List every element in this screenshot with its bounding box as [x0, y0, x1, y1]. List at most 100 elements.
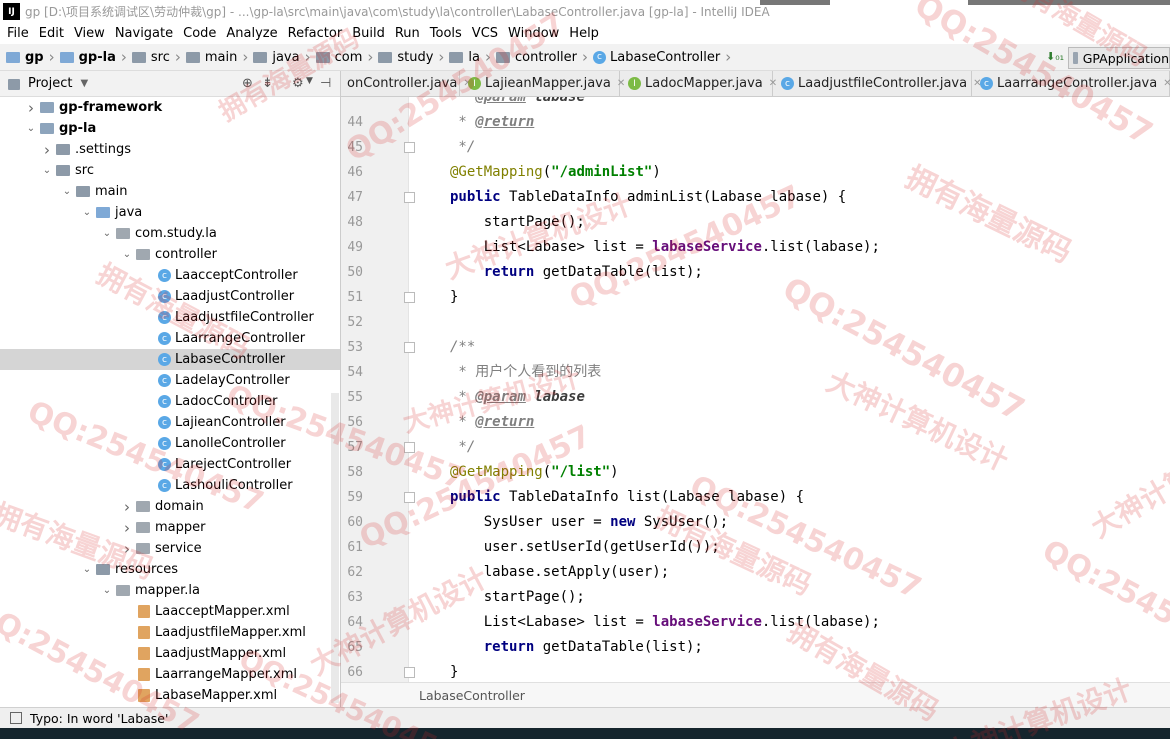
menu-run[interactable]: Run	[390, 26, 425, 41]
tree-item[interactable]: c LarejectController	[0, 454, 341, 475]
project-panel-title[interactable]: Project	[28, 76, 72, 91]
breadcrumb-study[interactable]: study ›	[378, 48, 444, 66]
tree-item[interactable]: c LaarrangeController	[0, 328, 341, 349]
chevron-down-icon[interactable]: ⌄	[100, 228, 114, 239]
tree-item[interactable]: › .settings	[0, 139, 341, 160]
tree-item[interactable]: LabaseMapper.xml	[0, 685, 341, 706]
editor-tab[interactable]: c LaarrangeController.java ✕	[972, 71, 1170, 96]
breadcrumb-controller[interactable]: controller ›	[496, 48, 588, 66]
chevron-right-icon[interactable]: ›	[24, 99, 38, 117]
toggle-tool-windows-icon[interactable]	[10, 712, 22, 724]
menu-build[interactable]: Build	[347, 26, 390, 41]
tree-item[interactable]: ⌄ gp-la	[0, 118, 341, 139]
breadcrumb-labasecontroller[interactable]: c LabaseController ›	[593, 48, 731, 66]
breadcrumb-java[interactable]: java ›	[253, 48, 311, 66]
locate-icon[interactable]: ⊕	[242, 76, 253, 91]
editor-tab[interactable]: onController.java✕	[341, 71, 472, 96]
tree-item[interactable]: c LaacceptController	[0, 265, 341, 286]
editor-tab[interactable]: I LajieanMapper.java ✕	[460, 71, 625, 96]
close-icon[interactable]: ✕	[1163, 78, 1170, 89]
tree-item[interactable]: c LajieanController	[0, 412, 341, 433]
chevron-down-icon[interactable]: ⌄	[80, 207, 94, 218]
settings-chevron-icon[interactable]: ▼	[306, 76, 313, 86]
tree-item-label: controller	[155, 247, 218, 262]
breadcrumb-com[interactable]: com ›	[315, 48, 373, 66]
folder-icon	[131, 51, 146, 63]
fold-marker-icon[interactable]	[404, 442, 415, 453]
tree-item[interactable]: LaadjustMapper.xml	[0, 643, 341, 664]
tree-item[interactable]: ⌄ src	[0, 160, 341, 181]
breadcrumb-label: src	[150, 49, 170, 65]
tree-item[interactable]: c LaadjustController	[0, 286, 341, 307]
tree-item[interactable]: ⌄ controller	[0, 244, 341, 265]
fold-marker-icon[interactable]	[404, 142, 415, 153]
tree-item[interactable]: ⌄ resources	[0, 559, 341, 580]
menu-navigate[interactable]: Navigate	[110, 26, 178, 41]
editor-tab[interactable]: I LadocMapper.java ✕	[620, 71, 777, 96]
menu-file[interactable]: File	[2, 26, 34, 41]
breadcrumb-gp-la[interactable]: gp-la ›	[59, 48, 127, 66]
project-tree-scrollbar[interactable]	[331, 393, 339, 703]
tree-item[interactable]: LaadjustfileMapper.xml	[0, 622, 341, 643]
menu-help[interactable]: Help	[564, 26, 604, 41]
breadcrumb-la[interactable]: la ›	[449, 48, 491, 66]
chevron-right-icon[interactable]: ›	[120, 540, 134, 558]
menu-code[interactable]: Code	[178, 26, 221, 41]
menu-refactor[interactable]: Refactor	[283, 26, 348, 41]
tree-item-label: LashouliController	[175, 478, 293, 493]
build-icon[interactable]: ⬇₀₁	[1046, 50, 1064, 63]
tree-item[interactable]: › gp-framework	[0, 97, 341, 118]
editor-breadcrumb[interactable]: LabaseController	[419, 688, 525, 703]
chevron-right-icon[interactable]: ›	[40, 141, 54, 159]
tree-item[interactable]: LaacceptMapper.xml	[0, 601, 341, 622]
tree-item[interactable]: › domain	[0, 496, 341, 517]
tree-item[interactable]: c LanolleController	[0, 433, 341, 454]
menu-tools[interactable]: Tools	[425, 26, 467, 41]
tree-item[interactable]: ⌄ java	[0, 202, 341, 223]
chevron-down-icon[interactable]: ⌄	[120, 249, 134, 260]
tree-item[interactable]: c LashouliController	[0, 475, 341, 496]
menu-window[interactable]: Window	[503, 26, 564, 41]
window-controls[interactable]	[968, 0, 1170, 5]
tree-item[interactable]: ⌄ mapper.la	[0, 580, 341, 601]
fold-marker-icon[interactable]	[404, 342, 415, 353]
hide-panel-icon[interactable]: ⊣	[320, 76, 331, 91]
chevron-down-icon[interactable]: ⌄	[24, 123, 38, 134]
menu-analyze[interactable]: Analyze	[221, 26, 282, 41]
tree-item[interactable]: ⌄ main	[0, 181, 341, 202]
collapse-all-icon[interactable]: ⇟	[262, 76, 273, 91]
editor-tab[interactable]: c LaadjustfileController.java ✕	[773, 71, 981, 96]
tree-item[interactable]: c LaadjustfileController	[0, 307, 341, 328]
menu-edit[interactable]: Edit	[34, 26, 69, 41]
fold-marker-icon[interactable]	[404, 667, 415, 678]
menu-vcs[interactable]: VCS	[467, 26, 503, 41]
window-title: gp [D:\项目系统调试区\劳动仲裁\gp] - ...\gp-la\src\…	[25, 5, 770, 19]
chevron-right-icon[interactable]: ›	[120, 498, 134, 516]
navigation-breadcrumb: gp › gp-la › src › main › java › com › study › la › cont…	[0, 44, 1170, 71]
breadcrumb-main[interactable]: main ›	[185, 48, 248, 66]
breadcrumb-src[interactable]: src ›	[131, 48, 181, 66]
fold-marker-icon[interactable]	[404, 292, 415, 303]
chevron-down-icon[interactable]: ⌄	[60, 186, 74, 197]
tree-item[interactable]: › service	[0, 538, 341, 559]
breadcrumb-gp[interactable]: gp ›	[6, 48, 55, 66]
run-configuration-selector[interactable]: GPApplication	[1068, 47, 1170, 69]
code-token: user.setUserId(getUserId());	[450, 539, 720, 555]
fold-marker-icon[interactable]	[404, 192, 415, 203]
tree-item[interactable]: ⌄ com.study.la	[0, 223, 341, 244]
chevron-right-icon[interactable]: ›	[120, 519, 134, 537]
menu-view[interactable]: View	[69, 26, 110, 41]
chevron-down-icon[interactable]: ⌄	[100, 585, 114, 596]
tree-item[interactable]: c LadelayController	[0, 370, 341, 391]
chevron-down-icon[interactable]: ⌄	[80, 564, 94, 575]
gear-icon[interactable]: ⚙	[292, 76, 304, 91]
tree-item[interactable]: c LadocController	[0, 391, 341, 412]
tree-item[interactable]: LaarrangeMapper.xml	[0, 664, 341, 685]
chevron-down-icon[interactable]: ▼	[80, 78, 88, 89]
code-editor[interactable]: * @param labase 44 * @return 45 */46 @GetMa…	[341, 97, 1170, 682]
tree-item[interactable]: c LabaseController	[0, 349, 341, 370]
chevron-down-icon[interactable]: ⌄	[40, 165, 54, 176]
fold-marker-icon[interactable]	[404, 492, 415, 503]
tree-item[interactable]: › mapper	[0, 517, 341, 538]
code-token: */	[450, 439, 476, 455]
